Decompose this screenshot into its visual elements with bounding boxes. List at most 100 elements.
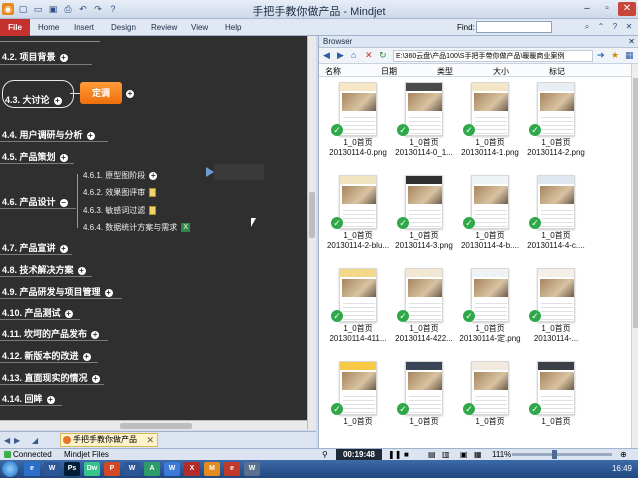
expand-icon[interactable]: + — [86, 131, 95, 140]
expand-icon[interactable]: + — [91, 330, 100, 339]
file-thumbnail[interactable]: ✓ 1_0首页 20130114-2.png — [523, 78, 589, 170]
file-thumbnail[interactable]: ✓ 1_0首页 20130114-4-c.... — [523, 171, 589, 263]
expand-icon[interactable]: + — [59, 244, 68, 253]
close-icon[interactable]: ✕ — [618, 2, 636, 16]
file-thumbnail[interactable]: ✓ 1_0首页 — [457, 357, 523, 449]
go-icon[interactable]: ➔ — [597, 50, 605, 61]
app-green-icon[interactable]: A — [144, 462, 160, 476]
browser-scrollbar[interactable] — [631, 64, 638, 448]
column-tag[interactable]: 标记 — [549, 66, 565, 77]
topic-4-13[interactable]: 4.13. 直面现实的情况 + — [2, 371, 100, 384]
scroll-thumb[interactable] — [120, 423, 192, 429]
topic-4-14[interactable]: 4.14. 回眸 + — [2, 392, 55, 405]
canvas-vertical-scrollbar[interactable] — [307, 36, 316, 430]
favorite-icon[interactable]: ★ — [611, 50, 619, 61]
expand-icon[interactable]: + — [53, 96, 62, 105]
play-icon[interactable] — [206, 167, 214, 177]
search-icon[interactable]: ⌕ — [582, 22, 592, 32]
minimize-icon[interactable]: – — [578, 2, 596, 16]
column-type[interactable]: 类型 — [437, 66, 453, 77]
file-thumbnail[interactable]: ✓ 1_0首页 20130114-422... — [391, 264, 457, 356]
app-red-icon[interactable]: X — [184, 462, 200, 476]
subtopic-4-6-2[interactable]: 4.6.2. 效果图评审 — [83, 187, 157, 198]
file-tab[interactable]: File — [0, 19, 30, 36]
view-mode-icon[interactable]: ▦ — [625, 50, 634, 61]
note-icon[interactable] — [149, 206, 157, 216]
expand-icon[interactable]: + — [64, 309, 73, 318]
column-size[interactable]: 大小 — [493, 66, 509, 77]
tab-home[interactable]: Home — [38, 23, 59, 32]
zoom-in-icon[interactable]: ⊕ — [620, 450, 627, 459]
tab-design[interactable]: Design — [111, 23, 136, 32]
word-blue-icon[interactable]: W — [164, 462, 180, 476]
tab-scroll-right-icon[interactable]: ▶ — [14, 436, 20, 445]
expand-icon[interactable]: + — [126, 89, 134, 98]
scroll-thumb[interactable] — [633, 78, 638, 328]
help-circle-icon[interactable]: ? — [610, 22, 620, 32]
maximize-icon[interactable]: ▫ — [598, 2, 616, 16]
close-tab-icon[interactable]: ✕ — [146, 434, 154, 446]
file-thumbnail[interactable]: ✓ 1_0首页 20130114-0.png — [325, 78, 391, 170]
topic-4-9[interactable]: 4.9. 产品研发与项目管理 + — [2, 285, 113, 298]
photoshop-icon[interactable]: Ps — [64, 462, 80, 476]
topic-4-4[interactable]: 4.4. 用户调研与分析 + — [2, 128, 95, 141]
word-doc-icon[interactable]: W — [124, 462, 140, 476]
word-icon[interactable]: W — [44, 462, 60, 476]
browser-red-icon[interactable]: e — [224, 462, 240, 476]
file-thumbnail[interactable]: ✓ 1_0首页 20130114-3.png — [391, 171, 457, 263]
layout-icon[interactable]: ▤ — [428, 450, 436, 459]
subtopic-4-6-3[interactable]: 4.6.3. 敏感词过滤 — [83, 205, 157, 216]
close-pane-icon[interactable]: ✕ — [628, 36, 635, 48]
stop-icon[interactable]: ✕ — [365, 50, 373, 61]
mindjet-taskbar-icon[interactable]: M — [204, 462, 220, 476]
expand-icon[interactable]: + — [59, 53, 68, 62]
tab-help[interactable]: Help — [225, 23, 241, 32]
callout-expand[interactable]: + — [122, 88, 134, 98]
callout-topic[interactable]: 定调 — [80, 82, 122, 104]
mindjet-files[interactable]: Mindjet Files — [64, 450, 109, 459]
expand-icon[interactable]: + — [59, 153, 68, 162]
subtopic-4-6-1[interactable]: 4.6.1. 原型图阶段 + — [83, 170, 158, 181]
expand-icon[interactable]: + — [104, 288, 113, 297]
column-name[interactable]: 名称 — [325, 66, 341, 77]
powerpoint-icon[interactable]: P — [104, 462, 120, 476]
filter-icon[interactable]: ⚲ — [322, 450, 328, 459]
file-thumbnail[interactable]: ✓ 1_0首页 20130114-2-blu... — [325, 171, 391, 263]
expand-icon[interactable]: + — [149, 171, 158, 180]
tab-review[interactable]: Review — [151, 23, 177, 32]
outline-icon[interactable]: ▦ — [474, 450, 482, 459]
topic-4-6[interactable]: 4.6. 产品设计 − — [2, 195, 68, 208]
fit-icon[interactable]: ▣ — [460, 450, 468, 459]
mindmap-canvas[interactable]: 4.2. 项目背景 + 4.3. 大讨论 + 定调 + 4.4. 用户调研与分析 + … — [0, 36, 307, 430]
collapse-icon[interactable]: − — [59, 198, 68, 207]
tab-insert[interactable]: Insert — [74, 23, 94, 32]
back-icon[interactable]: ◀ — [323, 50, 330, 61]
expand-icon[interactable]: + — [77, 266, 86, 275]
start-button-icon[interactable] — [2, 461, 18, 477]
tab-view[interactable]: View — [191, 23, 208, 32]
file-thumbnail[interactable]: ✓ 1_0首页 20130114-... — [523, 264, 589, 356]
close-doc-icon[interactable]: ✕ — [624, 22, 634, 32]
topic-4-8[interactable]: 4.8. 技术解决方案 + — [2, 263, 86, 276]
ie-icon[interactable]: e — [24, 462, 40, 476]
scroll-thumb[interactable] — [309, 192, 315, 238]
expand-icon[interactable]: + — [82, 352, 91, 361]
zoom-knob[interactable] — [552, 450, 557, 459]
note-icon[interactable] — [149, 188, 157, 198]
filter-view-icon[interactable]: ▥ — [442, 450, 450, 459]
expand-icon[interactable]: + — [46, 395, 55, 404]
home-icon[interactable]: ⌂ — [351, 50, 356, 60]
expand-icon[interactable]: + — [91, 374, 100, 383]
file-thumbnail[interactable]: ✓ 1_0首页 20130114-1.png — [457, 78, 523, 170]
topic-4-7[interactable]: 4.7. 产品宣讲 + — [2, 241, 68, 254]
path-field[interactable]: E:\360云盘\产品100\S手把手带你做产品\暖暖商业案例 — [393, 50, 593, 62]
refresh-icon[interactable]: ↻ — [379, 50, 387, 61]
file-thumbnail[interactable]: ✓ 1_0首页 — [523, 357, 589, 449]
pause-icon[interactable]: ❚❚ — [388, 450, 401, 459]
column-date[interactable]: 日期 — [381, 66, 397, 77]
topic-4-3[interactable]: 4.3. 大讨论 + — [5, 93, 62, 106]
topic-4-10[interactable]: 4.10. 产品测试 + — [2, 306, 73, 319]
find-input[interactable] — [476, 21, 552, 33]
file-thumbnail[interactable]: ✓ 1_0首页 20130114-411... — [325, 264, 391, 356]
connection-status[interactable]: Connected — [4, 450, 52, 459]
